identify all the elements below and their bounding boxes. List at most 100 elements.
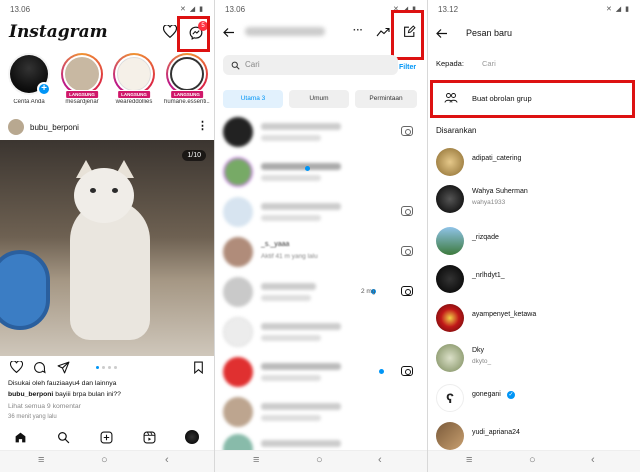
highlight-box-create-group [430, 80, 635, 118]
suggestion-username: wahya1933 [472, 199, 506, 206]
verified-badge-icon: ✓ [507, 391, 515, 399]
tab-general[interactable]: Umum [289, 90, 349, 108]
tab-requests[interactable]: Permintaan [355, 90, 417, 108]
avatar [170, 57, 204, 91]
save-bookmark-icon[interactable] [193, 361, 204, 374]
caption-username[interactable]: bubu_berponi [8, 391, 53, 398]
to-label: Kepada: [436, 59, 464, 68]
camera-icon[interactable] [401, 206, 413, 216]
suggestion-item[interactable]: adipati_catering [434, 146, 634, 180]
avatar [436, 185, 464, 213]
avatar [223, 397, 253, 427]
chat-status: Aktif 41 m yang lalu [261, 253, 318, 260]
story-name: mesardjenar [65, 99, 99, 105]
post-photo[interactable]: 1/10 [0, 140, 214, 356]
home-icon[interactable] [14, 431, 27, 444]
suggestion-item[interactable]: Wahya Suherman wahya1933 [434, 183, 634, 217]
back-arrow-icon[interactable]: ‹ [378, 454, 382, 466]
trend-icon[interactable] [376, 27, 390, 38]
back-arrow-icon[interactable]: ‹ [165, 454, 169, 466]
home-circle-icon[interactable]: ○ [316, 454, 323, 466]
list-item[interactable] [221, 155, 421, 189]
story-item[interactable]: LANGSUNG humane.essenti... [164, 53, 210, 105]
camera-icon[interactable] [401, 246, 413, 256]
camera-icon[interactable] [401, 286, 413, 296]
list-item[interactable]: _s._yaaa Aktif 41 m yang lalu [221, 235, 421, 269]
camera-icon[interactable] [401, 366, 413, 376]
recents-icon[interactable]: ≡ [253, 454, 259, 466]
list-item[interactable] [221, 195, 421, 229]
back-arrow-icon[interactable] [436, 28, 448, 39]
avatar [436, 422, 464, 450]
story-own[interactable]: + Cerita Anda [6, 53, 52, 105]
carousel-dot-active [96, 366, 99, 369]
list-item[interactable] [221, 115, 421, 149]
profile-avatar[interactable] [185, 430, 199, 444]
avatar: ʕ [436, 384, 464, 412]
cat-head [74, 168, 134, 223]
likes-text[interactable]: Disukai oleh fauziaayu4 dan lainnya [8, 380, 116, 387]
search-input[interactable]: Cari [223, 55, 398, 75]
list-item[interactable]: 2 mg [221, 275, 421, 309]
camera-icon[interactable] [401, 126, 413, 136]
recipient-search-input[interactable]: Cari [482, 59, 496, 68]
direct-inbox-screen: 13.06 ✕ ◢ ▮ ··· Cari Filter Utama 3 Umum… [215, 0, 427, 472]
suggestion-name: Wahya Suherman [472, 188, 528, 195]
chat-name: _s._yaaa [261, 241, 290, 248]
account-name-blurred[interactable] [245, 27, 325, 36]
story-avatar: + [8, 53, 51, 96]
back-arrow-icon[interactable] [223, 27, 235, 38]
list-item[interactable] [221, 355, 421, 389]
caption-text: bayiii brpa bulan ini?? [53, 391, 121, 398]
more-options-icon[interactable]: ⋮ [197, 119, 208, 132]
story-item[interactable]: LANGSUNG mesardjenar [59, 53, 105, 105]
avatar [436, 148, 464, 176]
suggestion-username: dkyto_ [472, 358, 492, 365]
post-avatar[interactable] [8, 119, 24, 135]
status-icons: ✕ ◢ ▮ [606, 6, 630, 13]
suggestion-item[interactable]: Dky dkyto_ [434, 342, 634, 376]
create-post-icon[interactable] [100, 431, 113, 444]
back-arrow-icon[interactable]: ‹ [591, 454, 595, 466]
recents-icon[interactable]: ≡ [38, 454, 44, 466]
suggestion-item[interactable]: _rizqade [434, 225, 634, 259]
status-bar: 13.12 ✕ ◢ ▮ [428, 0, 640, 18]
suggestion-item[interactable]: ayampenyet_ketawa [434, 302, 634, 336]
filter-button[interactable]: Filter [399, 64, 416, 71]
home-circle-icon[interactable]: ○ [101, 454, 108, 466]
share-icon[interactable] [57, 361, 70, 374]
avatar [436, 227, 464, 255]
photo-counter: 1/10 [182, 150, 206, 161]
avatar [223, 157, 253, 187]
suggestion-name: _nrlhdyt1_ [472, 272, 505, 279]
suggestion-name: yudi_apriana24 [472, 429, 520, 436]
suggested-heading: Disarankan [436, 126, 477, 135]
post-time: 36 menit yang lalu [8, 414, 57, 420]
more-options-icon[interactable]: ··· [353, 25, 363, 36]
home-circle-icon[interactable]: ○ [529, 454, 536, 466]
avatar [65, 57, 99, 91]
story-name: humane.essenti... [164, 99, 210, 105]
chat-time: 2 mg [361, 288, 376, 295]
suggestion-item[interactable]: yudi_apriana24 [434, 420, 634, 454]
add-story-icon[interactable]: + [37, 82, 51, 96]
search-icon[interactable] [57, 431, 70, 444]
new-message-screen: 13.12 ✕ ◢ ▮ Pesan baru Kepada: Cari Buat… [428, 0, 640, 472]
suggestion-item[interactable]: _nrlhdyt1_ [434, 263, 634, 297]
recents-icon[interactable]: ≡ [466, 454, 472, 466]
status-icons: ✕ ◢ ▮ [180, 6, 204, 13]
heart-icon[interactable] [163, 25, 177, 38]
story-item[interactable]: LANGSUNG weareddollies [111, 53, 157, 105]
post-username[interactable]: bubu_berponi [30, 123, 79, 132]
tab-primary[interactable]: Utama 3 [223, 90, 283, 108]
reels-icon[interactable] [143, 431, 156, 444]
view-comments-link[interactable]: Lihat semua 9 komentar [8, 403, 81, 410]
like-heart-icon[interactable] [10, 361, 23, 373]
comment-icon[interactable] [33, 361, 46, 374]
suggestion-item[interactable]: ʕ gonegani ✓ [434, 382, 634, 416]
suggestion-name: Dky [472, 347, 485, 354]
list-item[interactable] [221, 315, 421, 349]
list-item[interactable] [221, 395, 421, 429]
live-badge: LANGSUNG [65, 90, 99, 99]
avatar [117, 57, 151, 91]
